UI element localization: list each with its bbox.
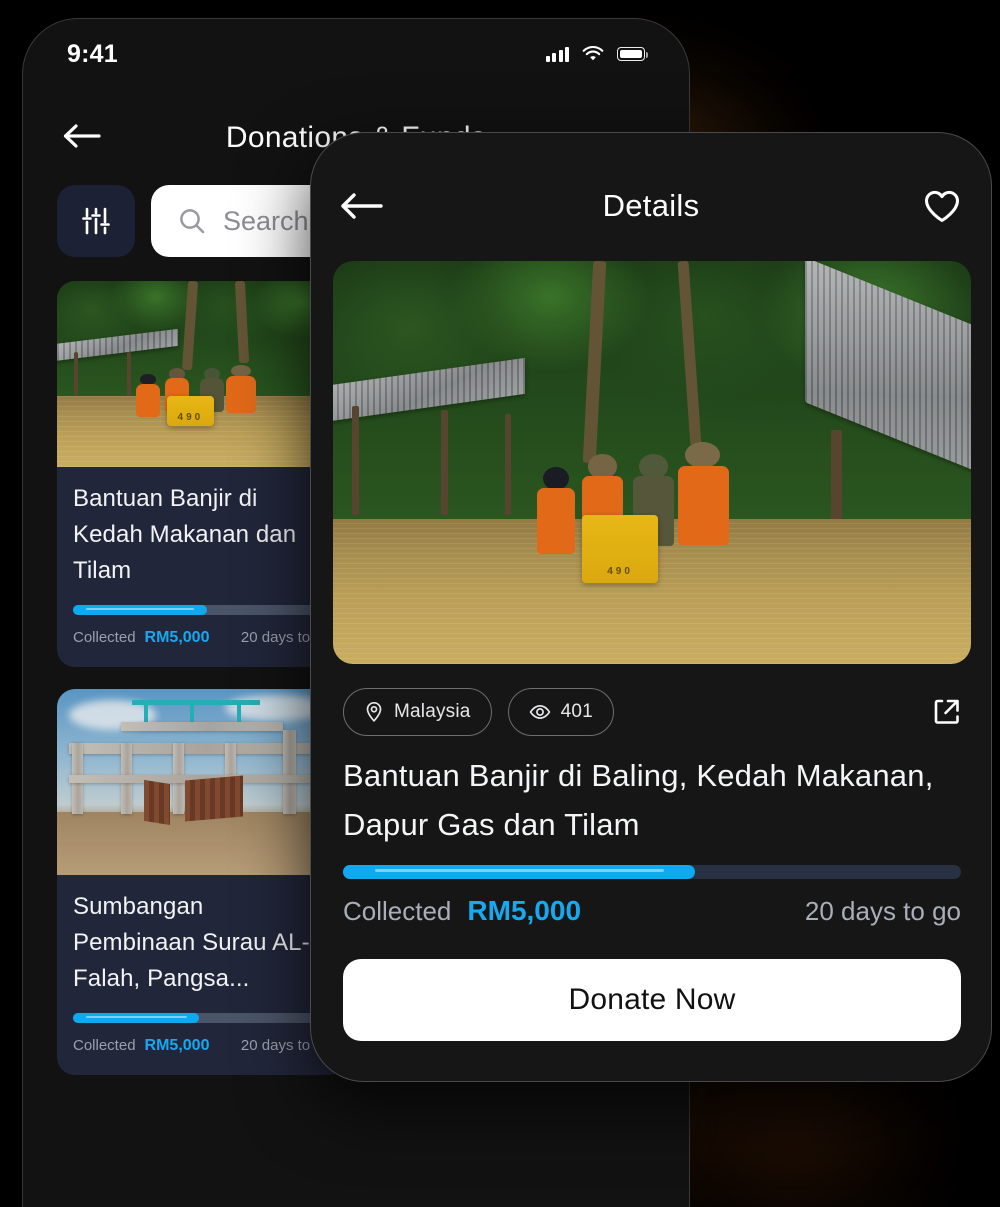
details-progress-fill [343,865,696,879]
external-link-icon[interactable] [927,692,967,732]
location-chip-label: Malaysia [394,701,471,722]
eye-icon [529,705,550,719]
card-meta: Collected RM5,000 20 days to go [73,629,331,647]
progress-bar-fill [73,605,208,615]
progress-bar [73,605,331,615]
filter-button[interactable] [57,185,135,257]
location-chip[interactable]: Malaysia [343,688,492,736]
details-meta: Collected RM5,000 20 days to go [343,895,961,927]
location-pin-icon [366,701,382,723]
views-chip[interactable]: 401 [507,688,614,736]
heart-outline-icon[interactable] [915,179,969,233]
status-bar-time: 9:41 [67,39,118,68]
search-icon [180,209,205,234]
collected-amount: RM5,000 [144,1037,210,1054]
donation-card[interactable]: 490 Bantuan Banjir di Kedah Makanan dan … [57,281,347,667]
progress-bar [73,1013,331,1023]
days-left: 20 days to go [804,896,961,926]
collected-amount: RM5,000 [467,895,582,926]
details-title: Bantuan Banjir di Baling, Kedah Makanan,… [343,758,934,842]
card-image-construction [57,689,347,875]
collected-label: Collected [73,629,136,646]
card-meta: Collected RM5,000 20 days to go [73,1037,331,1055]
collected-label: Collected [73,1037,136,1054]
front-phone-details-screen: Details 490 Malaysia 401 Bantuan Banjir … [310,132,992,1082]
details-navbar: Details [311,175,991,237]
battery-icon [617,47,648,61]
screenshot-stage: 9:41 Donations & Funds [0,0,1000,1207]
status-bar-icons [545,46,648,62]
collected-amount: RM5,000 [144,629,210,646]
hero-image-flood: 490 [333,261,971,664]
donate-now-button[interactable]: Donate Now [343,959,961,1041]
card-title: Sumbangan Pembinaan Surau AL-Falah, Pang… [73,893,310,992]
card-title: Bantuan Banjir di Kedah Makanan dan Tila… [73,485,297,584]
views-chip-label: 401 [560,701,593,722]
status-bar: 9:41 [23,19,689,89]
details-progress-bar [343,865,961,879]
card-image-flood: 490 [57,281,347,467]
donation-card[interactable]: Sumbangan Pembinaan Surau AL-Falah, Pang… [57,689,347,1075]
sliders-filter-icon [82,207,110,235]
progress-bar-fill [73,1013,200,1023]
signal-bars-icon [545,46,569,62]
page-title: Details [602,188,700,223]
details-chip-row: Malaysia 401 [343,688,967,736]
collected-label: Collected [343,896,452,926]
wifi-icon [582,46,604,61]
search-placeholder: Search [223,205,309,236]
